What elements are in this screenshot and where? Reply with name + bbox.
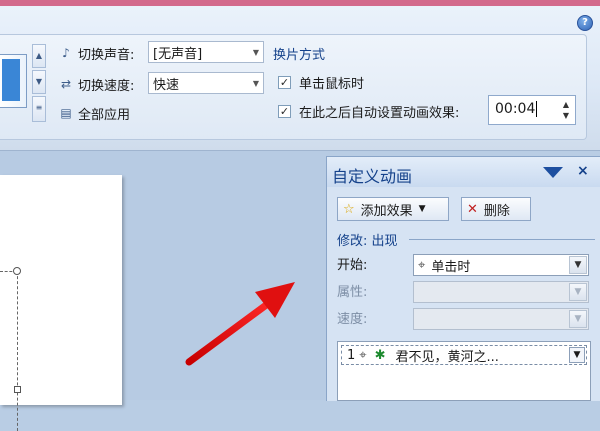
auto-advance-row: ✓ 在此之后自动设置动画效果: — [278, 102, 459, 121]
transition-speed-value: 快速 — [153, 77, 180, 93]
chevron-down-icon: ▼ — [569, 283, 587, 301]
pane-menu-icon[interactable] — [543, 167, 563, 178]
start-value: 单击时 — [431, 259, 471, 275]
transition-speed-label: 切换速度: — [78, 79, 135, 94]
transition-speed-row: ⇄ 切换速度: — [58, 75, 135, 95]
time-spinner[interactable]: ▲ ▼ — [560, 99, 572, 121]
chevron-down-icon: ▼ — [252, 48, 259, 57]
transition-thumbnail[interactable] — [0, 54, 27, 108]
slide-work-area — [0, 151, 330, 431]
gallery-down-button[interactable]: ▼ — [32, 70, 46, 94]
green-star-icon: ✱ — [374, 347, 386, 363]
chevron-down-icon: ▼ — [252, 79, 259, 88]
auto-advance-time-value: 00:04 — [495, 101, 536, 117]
pane-title: 自定义动画 — [332, 167, 413, 186]
auto-advance-label: 在此之后自动设置动画效果: — [299, 106, 460, 121]
custom-animation-pane: 自定义动画 × ☆ 添加效果 ▼ ✕ 删除 修改: 出现 开始: ⌖ 单击时 ▼… — [326, 156, 600, 401]
resize-handle[interactable] — [14, 386, 21, 393]
list-item-text: 君不见，黄河之... — [395, 349, 499, 365]
start-label: 开始: — [337, 258, 368, 273]
thumbnail-preview — [2, 59, 20, 101]
add-effect-button[interactable]: ☆ 添加效果 ▼ — [337, 197, 449, 221]
mouse-icon: ⌖ — [418, 257, 426, 273]
auto-advance-checkbox[interactable]: ✓ — [278, 105, 291, 118]
speed-icon: ⇄ — [60, 76, 72, 91]
speed-label: 速度: — [337, 312, 368, 327]
list-item[interactable]: 1 ⌖ ✱ 君不见，黄河之... ▼ — [341, 345, 587, 365]
red-arrow-annotation — [185, 282, 295, 366]
transition-sound-label: 切换声音: — [78, 48, 135, 63]
animation-list: 1 ⌖ ✱ 君不见，黄河之... ▼ — [337, 341, 591, 401]
mouse-icon: ⌖ — [359, 347, 367, 363]
gallery-more-button[interactable]: ≡ — [32, 96, 46, 122]
chevron-down-icon: ▼ — [418, 204, 426, 214]
transition-sound-combo[interactable]: [无声音] ▼ — [148, 41, 264, 63]
apply-all-label: 全部应用 — [78, 108, 131, 123]
chevron-down-icon: ▼ — [569, 310, 587, 328]
transition-sound-row: ♪ 切换声音: — [58, 44, 135, 64]
property-label: 属性: — [337, 285, 368, 300]
star-effect-icon: ☆ — [343, 201, 355, 217]
speaker-icon: ♪ — [62, 45, 70, 60]
placeholder-border — [17, 271, 18, 431]
advance-slide-group-label: 换片方式 — [273, 48, 326, 63]
delete-button[interactable]: ✕ 删除 — [461, 197, 531, 221]
property-combo: ▼ — [413, 281, 589, 303]
resize-handle[interactable] — [13, 267, 21, 275]
slide-canvas[interactable] — [0, 175, 122, 431]
on-click-row: ✓ 单击鼠标时 — [278, 73, 364, 92]
ribbon: ? ▲ ▼ ≡ ♪ 切换声音: [无声音] ▼ ⇄ 切换速度: 快速 ▼ ▤ 全… — [0, 6, 600, 151]
list-item-index: 1 — [347, 347, 356, 363]
speed-combo: ▼ — [413, 308, 589, 330]
chevron-down-icon: ▼ — [569, 256, 587, 274]
divider — [409, 239, 595, 240]
modify-heading: 修改: 出现 — [337, 234, 398, 249]
auto-advance-time-input[interactable]: 00:04 ▲ ▼ — [488, 95, 576, 125]
delete-icon: ✕ — [467, 201, 478, 217]
transition-speed-combo[interactable]: 快速 ▼ — [148, 72, 264, 94]
gallery-scroll: ▲ ▼ ≡ — [32, 44, 46, 122]
pane-header: 自定义动画 × — [327, 157, 600, 187]
add-effect-label: 添加效果 — [360, 203, 413, 219]
help-icon[interactable]: ? — [577, 15, 593, 31]
close-icon[interactable]: × — [577, 163, 589, 179]
on-click-label: 单击鼠标时 — [299, 77, 365, 92]
gallery-up-button[interactable]: ▲ — [32, 44, 46, 68]
transition-sound-value: [无声音] — [153, 46, 203, 62]
on-click-checkbox[interactable]: ✓ — [278, 76, 291, 89]
delete-label: 删除 — [483, 203, 510, 219]
apply-all-icon: ▤ — [60, 105, 72, 120]
chevron-down-icon[interactable]: ▼ — [569, 347, 585, 363]
apply-all-button[interactable]: ▤ 全部应用 — [58, 104, 131, 124]
start-combo[interactable]: ⌖ 单击时 ▼ — [413, 254, 589, 276]
